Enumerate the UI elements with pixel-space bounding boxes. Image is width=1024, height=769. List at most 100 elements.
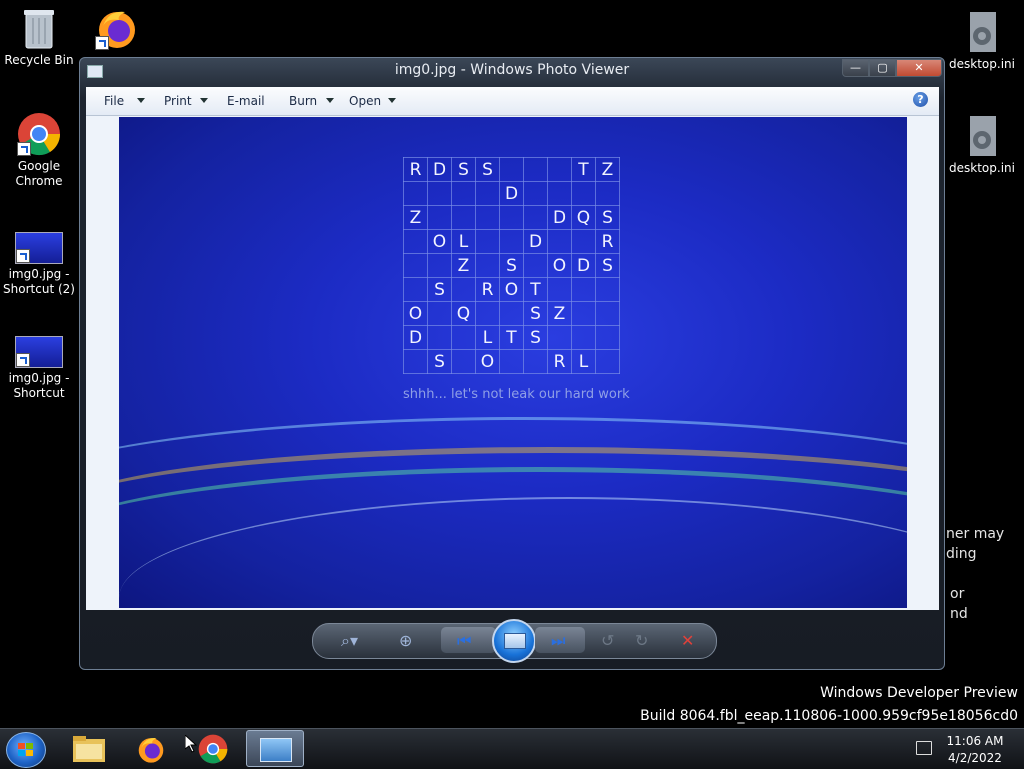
background-text: ding [946, 546, 977, 562]
minimize-button[interactable]: — [842, 59, 869, 77]
grid-cell: S [475, 157, 500, 182]
menu-email[interactable]: E-mail [227, 94, 265, 108]
image-viewport[interactable]: RDSSTZDZDQSOLDRZSODSSROTOQSZDLTSSORL shh… [86, 116, 939, 610]
grid-cell [571, 229, 596, 254]
chrome-icon [198, 734, 228, 764]
grid-cell: S [451, 157, 476, 182]
grid-cell: S [427, 277, 452, 302]
photo-viewer-icon [260, 738, 292, 762]
grid-row: SO RL [403, 349, 620, 374]
window-titlebar[interactable]: img0.jpg - Windows Photo Viewer — ▢ ✕ [80, 58, 944, 86]
actual-size-icon[interactable]: ⊕ [399, 631, 412, 650]
taskbar-clock[interactable]: 11:06 AM 4/2/2022 [940, 733, 1010, 767]
grid-cell: O [403, 301, 428, 326]
grid-cell: L [451, 229, 476, 254]
grid-cell [523, 349, 548, 374]
desktop-icon-google-chrome[interactable]: Google Chrome [1, 112, 77, 189]
watermark-line-2: Build 8064.fbl_eeap.110806-1000.959cf95e… [640, 708, 1018, 724]
next-icon: ⏭ [551, 631, 566, 650]
grid-cell: T [499, 325, 524, 350]
grid-cell: Z [451, 253, 476, 278]
grid-cell [451, 277, 476, 302]
menu-burn[interactable]: Burn [289, 94, 317, 108]
close-button[interactable]: ✕ [896, 59, 942, 77]
settings-file-icon [964, 114, 1000, 158]
maximize-button[interactable]: ▢ [869, 59, 896, 77]
grid-cell [499, 349, 524, 374]
grid-cell: L [571, 349, 596, 374]
help-icon[interactable]: ? [913, 92, 928, 107]
folder-icon [73, 736, 105, 762]
grid-cell [595, 325, 620, 350]
network-icon[interactable] [916, 741, 932, 755]
grid-cell: D [499, 181, 524, 206]
desktop-icon-desktop-ini[interactable]: desktop.ini [940, 10, 1024, 72]
chevron-down-icon[interactable] [326, 98, 334, 103]
grid-cell [403, 181, 428, 206]
grid-cell [499, 229, 524, 254]
desktop-icon-label: Recycle Bin [4, 53, 74, 67]
desktop-icon-label: img0.jpg - Shortcut (2) [3, 267, 75, 296]
grid-cell: O [475, 349, 500, 374]
zoom-icon[interactable]: ⌕▾ [341, 631, 358, 651]
chevron-down-icon[interactable] [388, 98, 396, 103]
grid-cell: L [475, 325, 500, 350]
chevron-down-icon[interactable] [137, 98, 145, 103]
menu-print[interactable]: Print [164, 94, 192, 108]
grid-cell [475, 301, 500, 326]
grid-cell: R [547, 349, 572, 374]
letter-grid: RDSSTZDZDQSOLDRZSODSSROTOQSZDLTSSORL [403, 157, 620, 374]
grid-cell: T [571, 157, 596, 182]
menu-open[interactable]: Open [349, 94, 381, 108]
watermark-line-1: Windows Developer Preview [820, 685, 1018, 701]
delete-icon[interactable]: ✕ [681, 631, 694, 650]
menu-file[interactable]: File [104, 94, 124, 108]
photo-caption: shhh... let's not leak our hard work [403, 387, 630, 402]
grid-cell [571, 325, 596, 350]
grid-cell [403, 349, 428, 374]
menu-bar: File Print E-mail Burn Open ? [86, 87, 939, 116]
desktop-icon-recycle-bin[interactable]: Recycle Bin [1, 6, 77, 68]
grid-cell [403, 277, 428, 302]
grid-cell: S [427, 349, 452, 374]
taskbar-photo-viewer[interactable] [246, 730, 304, 767]
rotate-counterclockwise-icon[interactable]: ↺ [601, 631, 614, 650]
grid-cell [403, 253, 428, 278]
grid-row: D LTS [403, 325, 620, 350]
grid-cell: S [523, 325, 548, 350]
photo-viewer-window[interactable]: img0.jpg - Windows Photo Viewer — ▢ ✕ Fi… [79, 57, 945, 670]
grid-cell: Z [547, 301, 572, 326]
grid-cell [595, 301, 620, 326]
grid-row: RDSS TZ [403, 157, 620, 182]
shortcut-arrow-icon [16, 353, 30, 367]
grid-cell [451, 349, 476, 374]
grid-cell: Z [595, 157, 620, 182]
next-button[interactable]: ⏭ [535, 627, 585, 653]
grid-cell: D [571, 253, 596, 278]
grid-cell [595, 181, 620, 206]
grid-cell [547, 325, 572, 350]
grid-cell [571, 301, 596, 326]
taskbar-firefox[interactable] [122, 730, 180, 767]
shortcut-arrow-icon [16, 249, 30, 263]
grid-cell: S [595, 205, 620, 230]
taskbar-explorer[interactable] [60, 730, 118, 767]
shortcut-arrow-icon [17, 142, 31, 156]
grid-cell: O [547, 253, 572, 278]
clock-time: 11:06 AM [946, 734, 1004, 748]
settings-file-icon [964, 10, 1000, 54]
desktop-icon-firefox[interactable] [79, 6, 155, 53]
rotate-clockwise-icon[interactable]: ↻ [635, 631, 648, 650]
grid-cell [427, 205, 452, 230]
slideshow-button[interactable] [492, 619, 536, 663]
start-button[interactable] [6, 732, 46, 768]
previous-button[interactable]: ⏮ [441, 627, 496, 653]
desktop-icon-img0-shortcut[interactable]: img0.jpg - Shortcut [1, 336, 77, 401]
chevron-down-icon[interactable] [200, 98, 208, 103]
grid-cell [571, 181, 596, 206]
desktop-icon-img0-shortcut-2[interactable]: img0.jpg - Shortcut (2) [1, 232, 77, 297]
grid-row: SROT [403, 277, 620, 302]
desktop-icon-desktop-ini[interactable]: desktop.ini [940, 114, 1024, 176]
grid-cell [475, 253, 500, 278]
image-thumbnail-icon [15, 232, 63, 264]
